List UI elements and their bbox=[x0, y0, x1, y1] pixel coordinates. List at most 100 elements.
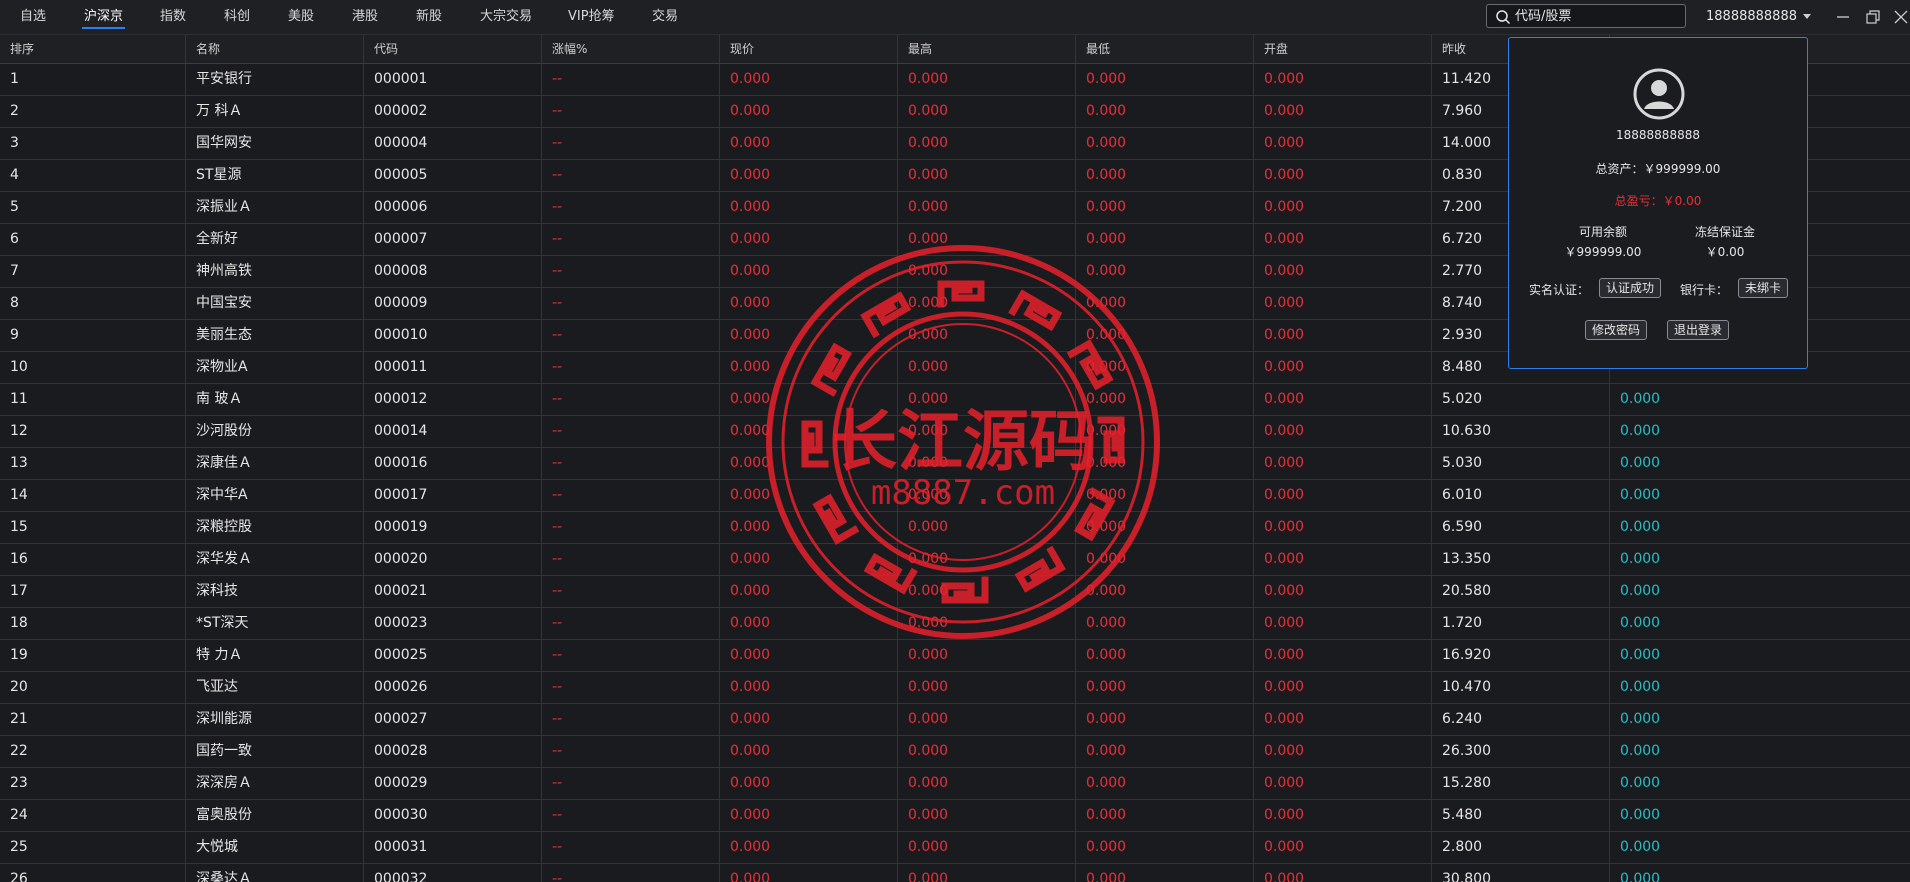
cell-name: 万 科Ａ bbox=[186, 96, 364, 127]
cell-open: 0.000 bbox=[1254, 512, 1432, 543]
table-row[interactable]: 23 深深房Ａ 000029 -- 0.000 0.000 0.000 0.000 15.280… bbox=[0, 768, 1910, 800]
cell-name: 深科技 bbox=[186, 576, 364, 607]
cell-low: 0.000 bbox=[1076, 544, 1254, 575]
cell-low: 0.000 bbox=[1076, 64, 1254, 95]
cell-high: 0.000 bbox=[898, 288, 1076, 319]
cell-price: 0.000 bbox=[720, 64, 898, 95]
cell-code: 000005 bbox=[364, 160, 542, 191]
minimize-icon[interactable] bbox=[1834, 8, 1852, 26]
cell-open: 0.000 bbox=[1254, 480, 1432, 511]
search-icon bbox=[1496, 10, 1511, 25]
cell-change-pct: -- bbox=[542, 256, 720, 287]
cell-price: 0.000 bbox=[720, 320, 898, 351]
cell-rank: 18 bbox=[0, 608, 186, 639]
cell-prev-close: 5.020 bbox=[1432, 384, 1610, 415]
cell-open: 0.000 bbox=[1254, 192, 1432, 223]
column-header-code[interactable]: 代码 bbox=[364, 35, 542, 63]
tab-new-stocks[interactable]: 新股 bbox=[416, 0, 442, 34]
search-box[interactable] bbox=[1486, 4, 1686, 28]
cell-open: 0.000 bbox=[1254, 128, 1432, 159]
table-row[interactable]: 17 深科技 000021 -- 0.000 0.000 0.000 0.000 20.580 0… bbox=[0, 576, 1910, 608]
column-header-change-pct[interactable]: 涨幅% bbox=[542, 35, 720, 63]
cell-high: 0.000 bbox=[898, 96, 1076, 127]
cell-low: 0.000 bbox=[1076, 608, 1254, 639]
restore-icon[interactable] bbox=[1864, 8, 1882, 26]
cell-price: 0.000 bbox=[720, 256, 898, 287]
cell-extra: 0.000 bbox=[1620, 839, 1661, 855]
search-input[interactable] bbox=[1515, 5, 1680, 27]
cell-open: 0.000 bbox=[1254, 544, 1432, 575]
cell-price: 0.000 bbox=[720, 224, 898, 255]
cell-prev-close: 6.590 bbox=[1432, 512, 1610, 543]
bind-bank-card-button[interactable]: 未绑卡 bbox=[1738, 278, 1789, 298]
cell-prev-close: 20.580 bbox=[1432, 576, 1610, 607]
cell-change-pct: -- bbox=[542, 832, 720, 863]
cell-price: 0.000 bbox=[720, 480, 898, 511]
tab-us-stocks[interactable]: 美股 bbox=[288, 0, 314, 34]
tab-block-trade[interactable]: 大宗交易 bbox=[480, 0, 532, 34]
change-password-button[interactable]: 修改密码 bbox=[1585, 320, 1648, 340]
column-header-price[interactable]: 现价 bbox=[720, 35, 898, 63]
cell-low: 0.000 bbox=[1076, 512, 1254, 543]
cell-high: 0.000 bbox=[898, 352, 1076, 383]
cell-price: 0.000 bbox=[720, 608, 898, 639]
cell-low: 0.000 bbox=[1076, 480, 1254, 511]
cell-price: 0.000 bbox=[720, 512, 898, 543]
cell-extra: 0.000 bbox=[1620, 871, 1661, 882]
table-row[interactable]: 22 国药一致 000028 -- 0.000 0.000 0.000 0.000 26.300… bbox=[0, 736, 1910, 768]
cell-high: 0.000 bbox=[898, 256, 1076, 287]
cell-name: 平安银行 bbox=[186, 64, 364, 95]
table-row[interactable]: 24 富奥股份 000030 -- 0.000 0.000 0.000 0.000 5.480 0… bbox=[0, 800, 1910, 832]
table-row[interactable]: 19 特 力Ａ 000025 -- 0.000 0.000 0.000 0.000 16.920… bbox=[0, 640, 1910, 672]
cell-price: 0.000 bbox=[720, 832, 898, 863]
tab-vip-grab[interactable]: VIP抢筹 bbox=[568, 0, 615, 34]
column-header-name[interactable]: 名称 bbox=[186, 35, 364, 63]
cell-change-pct: -- bbox=[542, 224, 720, 255]
cell-name: 深中华A bbox=[186, 480, 364, 511]
column-header-low[interactable]: 最低 bbox=[1076, 35, 1254, 63]
column-header-open[interactable]: 开盘 bbox=[1254, 35, 1432, 63]
cell-high: 0.000 bbox=[898, 384, 1076, 415]
frozen-margin-label: 冻结保证金 bbox=[1694, 225, 1755, 239]
table-row[interactable]: 14 深中华A 000017 -- 0.000 0.000 0.000 0.000 6.010 0… bbox=[0, 480, 1910, 512]
logout-button[interactable]: 退出登录 bbox=[1667, 320, 1730, 340]
cell-code: 000019 bbox=[364, 512, 542, 543]
tab-trade[interactable]: 交易 bbox=[652, 0, 678, 34]
chevron-down-icon bbox=[1802, 14, 1811, 19]
table-row[interactable]: 20 飞亚达 000026 -- 0.000 0.000 0.000 0.000 10.470 0… bbox=[0, 672, 1910, 704]
cell-open: 0.000 bbox=[1254, 288, 1432, 319]
cell-high: 0.000 bbox=[898, 576, 1076, 607]
cell-change-pct: -- bbox=[542, 448, 720, 479]
table-row[interactable]: 15 深粮控股 000019 -- 0.000 0.000 0.000 0.000 6.590 0… bbox=[0, 512, 1910, 544]
cell-code: 000025 bbox=[364, 640, 542, 671]
cell-prev-close: 13.350 bbox=[1432, 544, 1610, 575]
cell-low: 0.000 bbox=[1076, 416, 1254, 447]
column-header-high[interactable]: 最高 bbox=[898, 35, 1076, 63]
cell-open: 0.000 bbox=[1254, 416, 1432, 447]
cell-change-pct: -- bbox=[542, 672, 720, 703]
table-row[interactable]: 16 深华发Ａ 000020 -- 0.000 0.000 0.000 0.000 13.350… bbox=[0, 544, 1910, 576]
table-row[interactable]: 25 大悦城 000031 -- 0.000 0.000 0.000 0.000 2.800 0.… bbox=[0, 832, 1910, 864]
user-account-menu[interactable]: 18888888888 bbox=[1706, 0, 1811, 34]
cell-code: 000009 bbox=[364, 288, 542, 319]
cell-change-pct: -- bbox=[542, 864, 720, 882]
tab-hk-stocks[interactable]: 港股 bbox=[352, 0, 378, 34]
table-row[interactable]: 18 *ST深天 000023 -- 0.000 0.000 0.000 0.000 1.720… bbox=[0, 608, 1910, 640]
column-header-rank[interactable]: 排序 bbox=[0, 35, 186, 63]
cell-rank: 17 bbox=[0, 576, 186, 607]
tab-star-market[interactable]: 科创 bbox=[224, 0, 250, 34]
cell-name: 深深房Ａ bbox=[186, 768, 364, 799]
cell-open: 0.000 bbox=[1254, 224, 1432, 255]
table-row[interactable]: 13 深康佳Ａ 000016 -- 0.000 0.000 0.000 0.000 5.030 0… bbox=[0, 448, 1910, 480]
tab-index[interactable]: 指数 bbox=[160, 0, 186, 34]
cell-code: 000020 bbox=[364, 544, 542, 575]
table-row[interactable]: 26 深桑达Ａ 000032 -- 0.000 0.000 0.000 0.000 30.800… bbox=[0, 864, 1910, 882]
table-row[interactable]: 12 沙河股份 000014 -- 0.000 0.000 0.000 0.000 10.630… bbox=[0, 416, 1910, 448]
tab-watchlist[interactable]: 自选 bbox=[20, 0, 46, 34]
tab-shanghai-shenzhen-beijing[interactable]: 沪深京 bbox=[81, 0, 126, 34]
cell-change-pct: -- bbox=[542, 736, 720, 767]
table-row[interactable]: 11 南 玻Ａ 000012 -- 0.000 0.000 0.000 0.000 5.020 0… bbox=[0, 384, 1910, 416]
bank-card-label: 银行卡： bbox=[1680, 283, 1729, 297]
close-icon[interactable] bbox=[1892, 8, 1910, 26]
table-row[interactable]: 21 深圳能源 000027 -- 0.000 0.000 0.000 0.000 6.240 0… bbox=[0, 704, 1910, 736]
